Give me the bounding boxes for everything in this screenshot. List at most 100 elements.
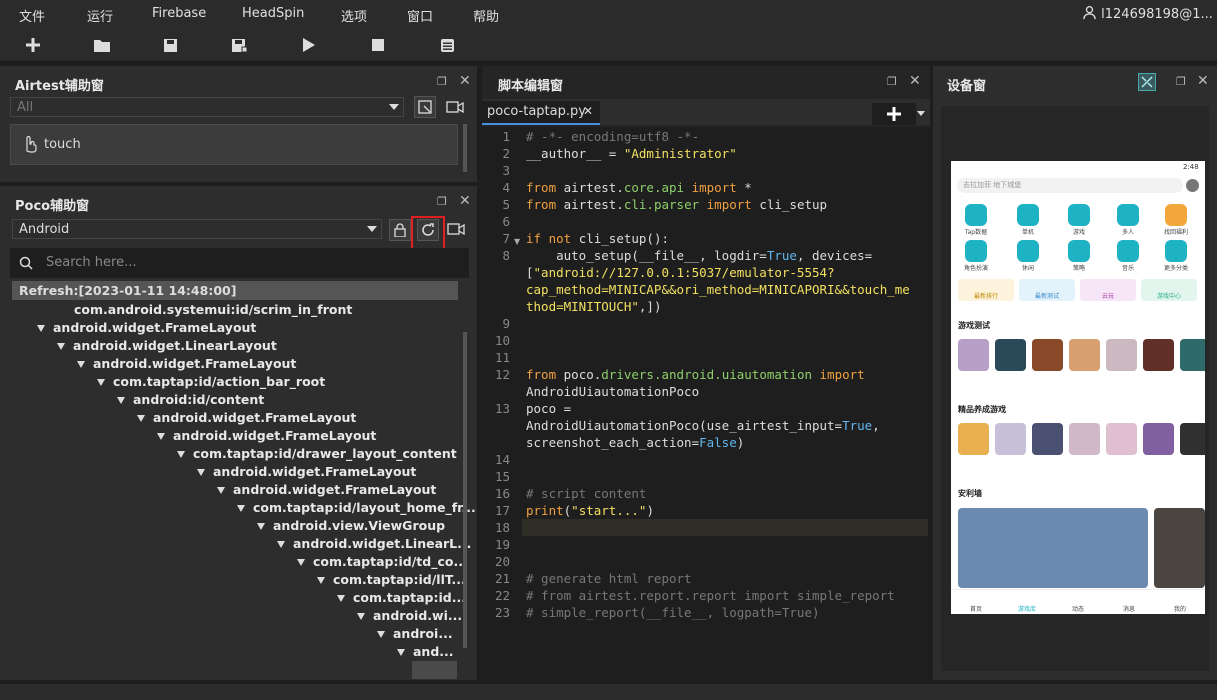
test-button[interactable]: 最新测试	[1019, 279, 1075, 301]
float-icon[interactable]: ❐	[1176, 75, 1186, 88]
more-icon[interactable]	[1165, 240, 1187, 262]
menu-window[interactable]: 窗口	[407, 6, 433, 25]
menu-firebase[interactable]: Firebase	[152, 6, 206, 21]
casual-icon[interactable]	[1017, 240, 1039, 262]
game-thumb[interactable]	[1106, 339, 1137, 371]
tree-node[interactable]: com.taptap:id/llT...	[317, 571, 466, 589]
game-thumb[interactable]	[1069, 339, 1100, 371]
save-button[interactable]	[159, 34, 181, 56]
tree-node[interactable]: android:id/content	[117, 391, 264, 409]
tab-poco-taptap[interactable]: poco-taptap.py ✕	[482, 101, 600, 125]
airtest-filter-select[interactable]: All	[10, 97, 404, 117]
tree-node[interactable]: android.widget.FrameLayout	[197, 463, 416, 481]
chevron-down-icon[interactable]	[157, 433, 165, 440]
game-thumb[interactable]	[1143, 339, 1174, 371]
chevron-down-icon[interactable]	[317, 577, 325, 584]
new-file-button[interactable]	[22, 34, 44, 56]
chevron-down-icon[interactable]	[37, 325, 45, 332]
menu-headspin[interactable]: HeadSpin	[242, 6, 304, 21]
fold-arrow-icon[interactable]: ▼	[514, 237, 520, 246]
tree-node[interactable]: androi...	[377, 625, 453, 643]
nav-me[interactable]: 我的	[1162, 604, 1198, 613]
tree-node[interactable]: android.wi...	[357, 607, 462, 625]
chevron-down-icon[interactable]	[917, 111, 925, 116]
record-button[interactable]	[446, 98, 464, 118]
save-as-button[interactable]	[228, 34, 250, 56]
lock-button[interactable]	[389, 219, 411, 241]
chevron-down-icon[interactable]	[237, 505, 245, 512]
game-thumb[interactable]	[1106, 423, 1137, 455]
nav-feed[interactable]: 动态	[1060, 604, 1096, 613]
user-account[interactable]: l124698198@1...	[1082, 5, 1213, 22]
game-center-button[interactable]: 游戏中心	[1141, 279, 1197, 301]
tree-node[interactable]: com.android.systemui:id/scrim_in_front	[74, 301, 352, 319]
tree-node[interactable]: android.widget.FrameLayout	[217, 481, 436, 499]
people-icon[interactable]	[1117, 204, 1139, 226]
tree-node[interactable]: android.widget.LinearLayout	[57, 337, 277, 355]
nav-library[interactable]: 游戏库	[1009, 604, 1045, 613]
chevron-down-icon[interactable]	[297, 559, 305, 566]
gift-icon[interactable]	[1165, 204, 1187, 226]
add-tab-button[interactable]	[872, 103, 916, 125]
chevron-down-icon[interactable]	[357, 613, 365, 620]
chevron-down-icon[interactable]	[277, 541, 285, 548]
tree-node[interactable]: and...	[397, 643, 454, 661]
game-thumb[interactable]	[1032, 339, 1063, 371]
nav-home[interactable]: 首页	[958, 604, 994, 613]
tree-node[interactable]: com.taptap:id/td_co...	[297, 553, 468, 571]
rank-button[interactable]: 最新排行	[958, 279, 1014, 301]
nav-messages[interactable]: 消息	[1111, 604, 1147, 613]
chevron-down-icon[interactable]	[77, 361, 85, 368]
tree-node[interactable]: android.widget.FrameLayout	[137, 409, 356, 427]
chevron-down-icon[interactable]	[197, 469, 205, 476]
open-file-button[interactable]	[91, 34, 113, 56]
tap-icon[interactable]	[965, 204, 987, 226]
chevron-down-icon[interactable]	[377, 631, 385, 638]
device-tools-button[interactable]	[1138, 73, 1156, 91]
game-thumb[interactable]	[1180, 423, 1205, 455]
poco-scrollbar[interactable]	[463, 332, 467, 648]
poco-mode-select[interactable]: Android	[12, 219, 382, 239]
feature-banner[interactable]	[958, 508, 1148, 588]
tree-node[interactable]: android.widget.LinearL...	[277, 535, 471, 553]
tree-node[interactable]: com.taptap:id...	[337, 589, 466, 607]
close-icon[interactable]: ✕	[583, 104, 593, 118]
record-button[interactable]	[447, 220, 465, 240]
airtest-scrollbar[interactable]	[463, 124, 467, 172]
strategy-icon[interactable]	[1068, 240, 1090, 262]
tree-node[interactable]: android.view.ViewGroup	[257, 517, 445, 535]
close-icon[interactable]: ✕	[909, 73, 921, 89]
game-thumb[interactable]	[1143, 423, 1174, 455]
stop-button[interactable]	[367, 34, 389, 56]
cloud-button[interactable]: 云玩	[1080, 279, 1136, 301]
chevron-down-icon[interactable]	[257, 523, 265, 530]
tree-node[interactable]: android.widget.FrameLayout	[157, 427, 376, 445]
tree-node[interactable]: android.widget.FrameLayout	[37, 319, 256, 337]
character-icon[interactable]	[965, 240, 987, 262]
float-icon[interactable]: ❐	[437, 195, 447, 208]
chevron-down-icon[interactable]	[217, 487, 225, 494]
float-icon[interactable]: ❐	[437, 75, 447, 88]
game-thumb[interactable]	[958, 339, 989, 371]
feature-banner[interactable]	[1154, 508, 1205, 588]
game-thumb[interactable]	[1180, 339, 1205, 371]
close-icon[interactable]: ✕	[1197, 73, 1209, 89]
phone-screen[interactable]: 2:48 去拉加菲 地下城堡 Tap数据 单机 游戏 多人 找回福利 角色扮演 …	[951, 161, 1205, 614]
game-thumb[interactable]	[1032, 423, 1063, 455]
menu-options[interactable]: 选项	[341, 6, 367, 25]
close-icon[interactable]: ✕	[459, 73, 471, 89]
tree-node[interactable]: com.taptap:id/drawer_layout_content	[177, 445, 457, 463]
poco-search-box[interactable]: Search here...	[10, 248, 469, 278]
close-icon[interactable]: ✕	[459, 193, 471, 209]
tree-node[interactable]: android.widget.FrameLayout	[77, 355, 296, 373]
menu-file[interactable]: 文件	[19, 6, 45, 25]
chevron-down-icon[interactable]	[397, 649, 405, 656]
phone-search-bar[interactable]: 去拉加菲 地下城堡	[957, 178, 1183, 193]
chevron-down-icon[interactable]	[137, 415, 145, 422]
music-icon[interactable]	[1117, 240, 1139, 262]
chevron-down-icon[interactable]	[337, 595, 345, 602]
joystick-icon[interactable]	[1068, 204, 1090, 226]
gamepad-icon[interactable]	[1017, 204, 1039, 226]
touch-action-item[interactable]: touch	[10, 124, 458, 165]
game-thumb[interactable]	[995, 423, 1026, 455]
